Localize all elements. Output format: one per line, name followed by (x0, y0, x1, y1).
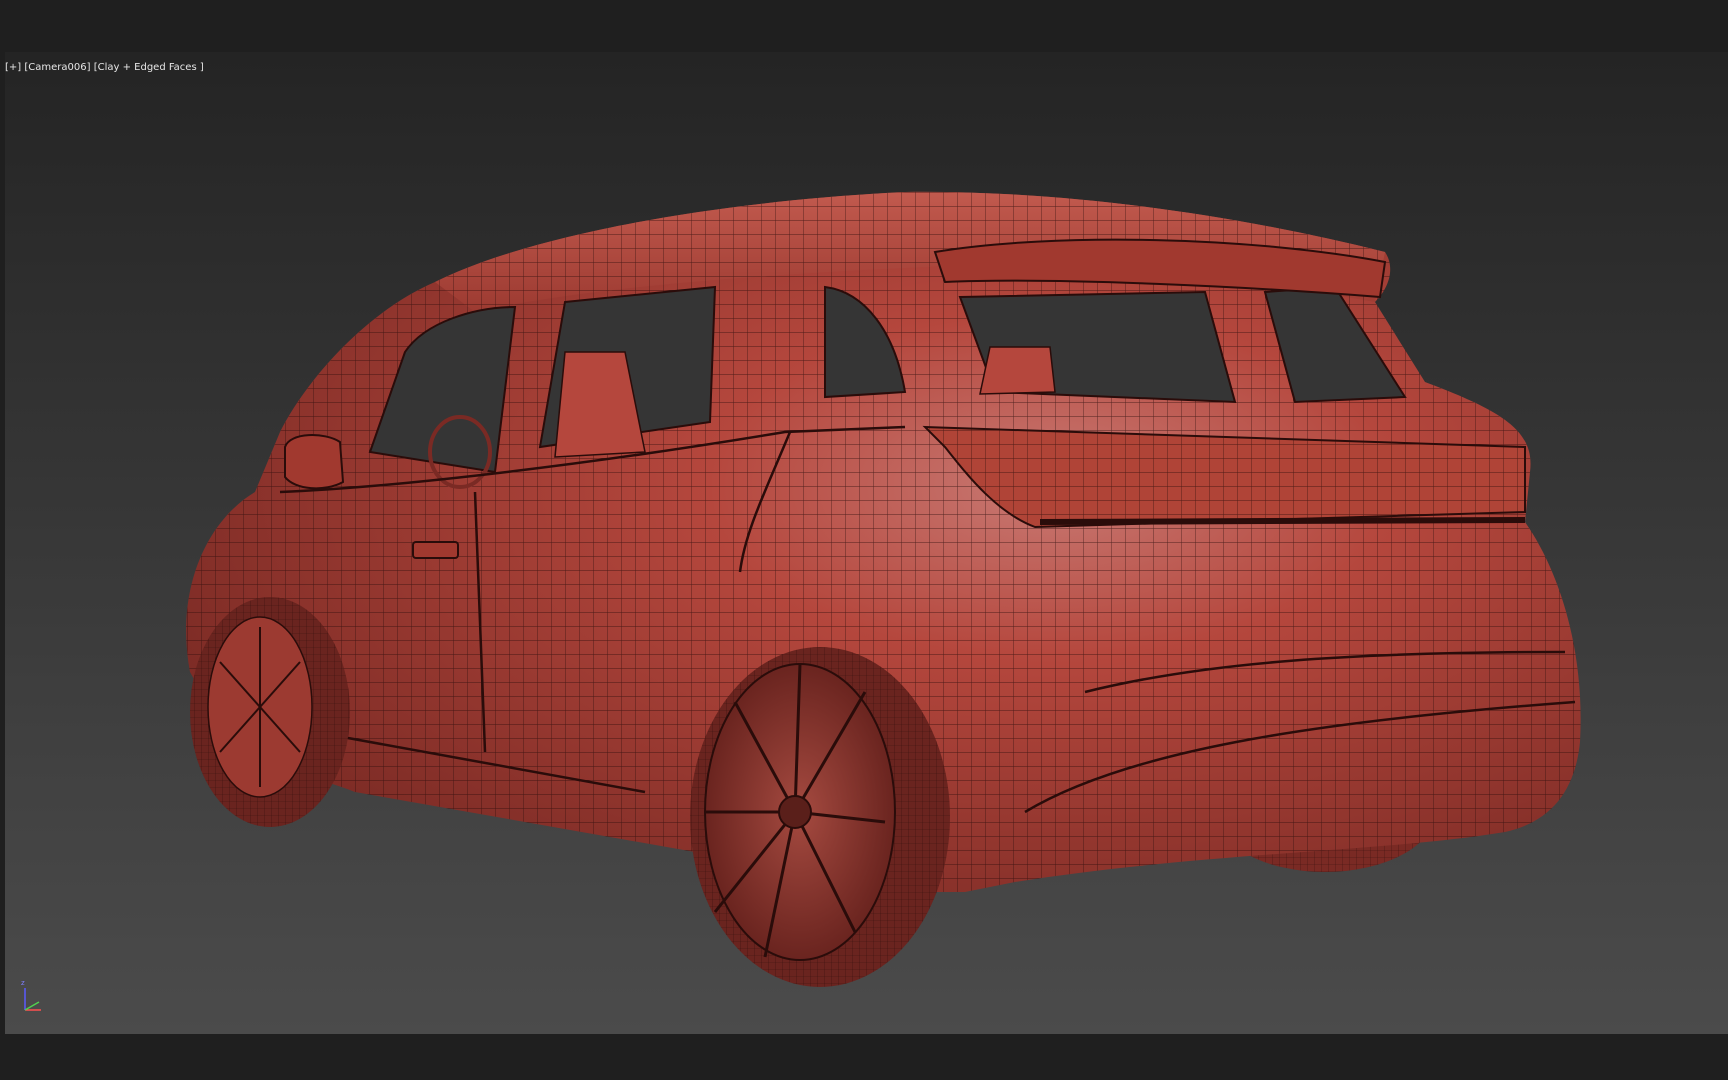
side-mirror (284, 434, 345, 490)
axis-y-icon (24, 1001, 40, 1011)
axis-gizmo-icon: z (21, 979, 41, 1011)
viewport-shading-menu[interactable]: [Clay + Edged Faces ] (94, 62, 204, 73)
front-wheel (190, 597, 350, 827)
viewport-label: [+] [Camera006] [Clay + Edged Faces ] (5, 62, 204, 74)
bottom-bar (0, 1034, 1728, 1080)
axis-z-label: z (21, 979, 25, 987)
viewport-menu-plus[interactable]: [+] (5, 62, 21, 73)
car-model[interactable] (5, 52, 1728, 1034)
rear-wheel (690, 647, 950, 987)
viewport-camera-menu[interactable]: [Camera006] (24, 62, 90, 73)
door-handle (412, 541, 459, 559)
viewport-camera006[interactable]: [+] [Camera006] [Clay + Edged Faces ] z (5, 52, 1728, 1034)
